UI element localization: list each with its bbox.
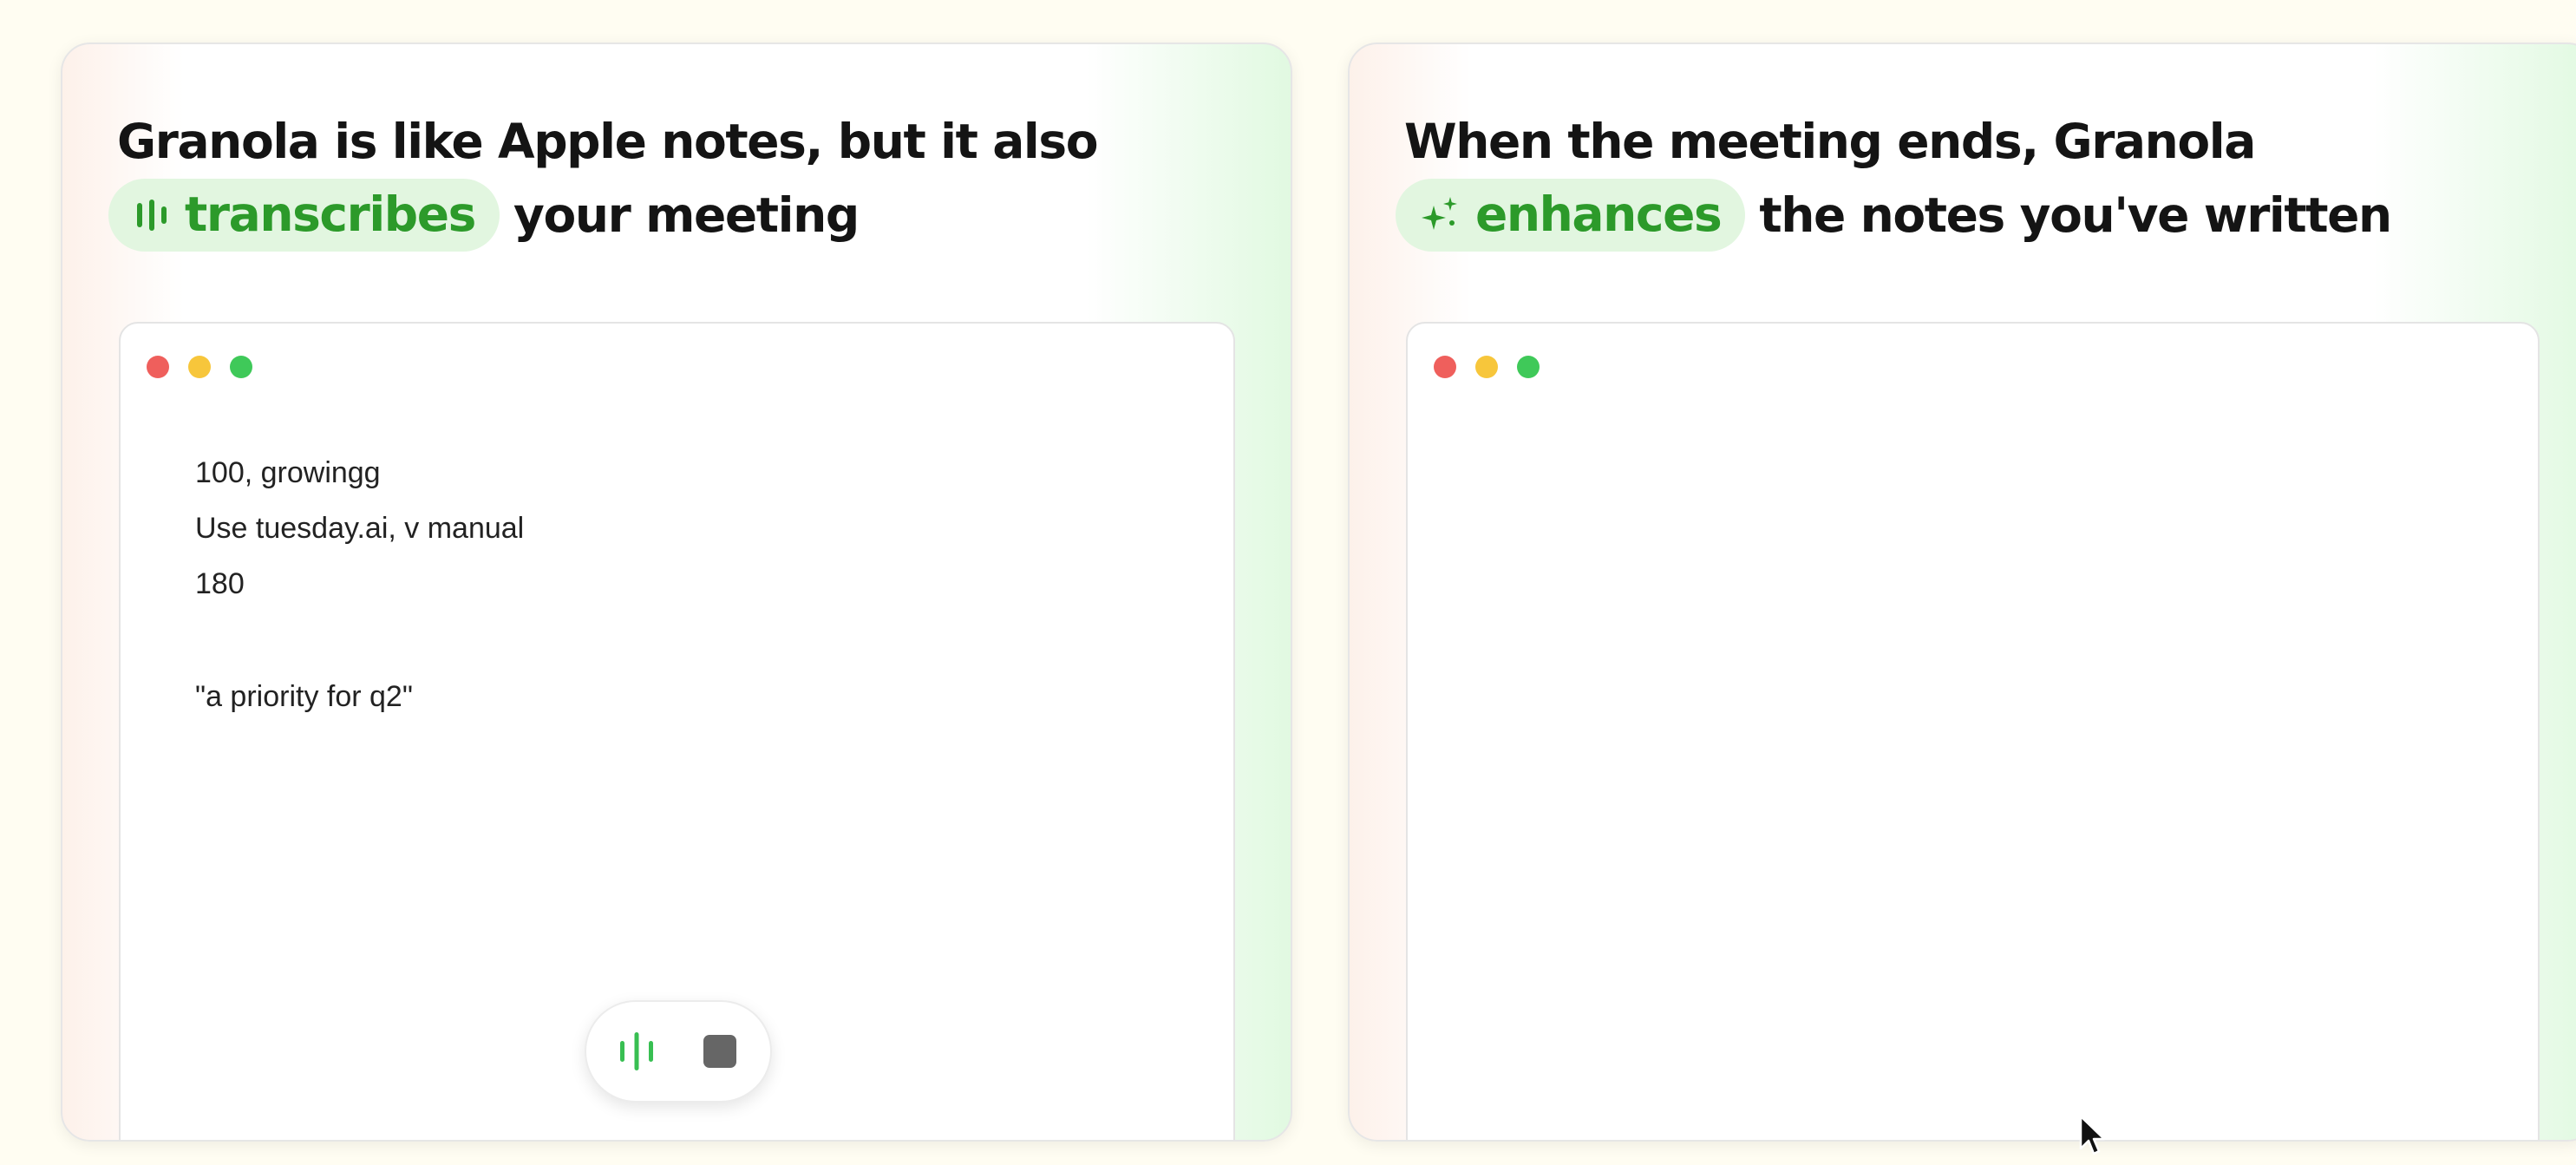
notes-editor[interactable]: 100, growingg Use tuesday.ai, v manual 1… [195,445,524,724]
note-line[interactable]: "a priority for q2" [195,669,524,724]
headline-line1: When the meeting ends, Granola [1404,114,2256,169]
enhanced-notes-window [1406,322,2540,1140]
waveform-icon[interactable] [618,1030,656,1073]
maximize-window-button[interactable] [1517,356,1540,378]
pill-label: transcribes [185,187,476,243]
headline-line1: Granola is like Apple notes, but it also [117,114,1099,169]
note-line[interactable]: Use tuesday.ai, v manual [195,501,524,556]
recording-controls [585,1000,772,1103]
window-controls [147,356,252,378]
stop-icon[interactable] [703,1034,737,1069]
maximize-window-button[interactable] [230,356,252,378]
note-line[interactable]: 180 [195,556,524,612]
sparkles-icon [1422,196,1457,230]
enhance-feature-card: When the meeting ends, Granola enhances … [1348,43,2576,1142]
minimize-window-button[interactable] [1475,356,1498,378]
headline-line2: the notes you've written [1759,187,2392,243]
headline-line2: your meeting [513,187,860,243]
transcribes-pill: transcribes [108,178,500,252]
window-controls [1434,356,1540,378]
mouse-pointer-icon [2079,1115,2106,1155]
note-line[interactable]: 100, growingg [195,445,524,501]
pill-label: enhances [1475,187,1723,243]
transcribe-headline: Granola is like Apple notes, but it also… [108,105,1279,255]
enhance-headline: When the meeting ends, Granola enhances … [1396,105,2566,255]
close-window-button[interactable] [1434,356,1456,378]
transcribe-feature-card: Granola is like Apple notes, but it also… [61,43,1292,1142]
notes-window: 100, growingg Use tuesday.ai, v manual 1… [119,322,1235,1140]
waveform-icon [137,199,167,231]
minimize-window-button[interactable] [188,356,211,378]
note-line-empty[interactable] [195,612,524,669]
enhances-pill: enhances [1396,178,1746,252]
close-window-button[interactable] [147,356,169,378]
